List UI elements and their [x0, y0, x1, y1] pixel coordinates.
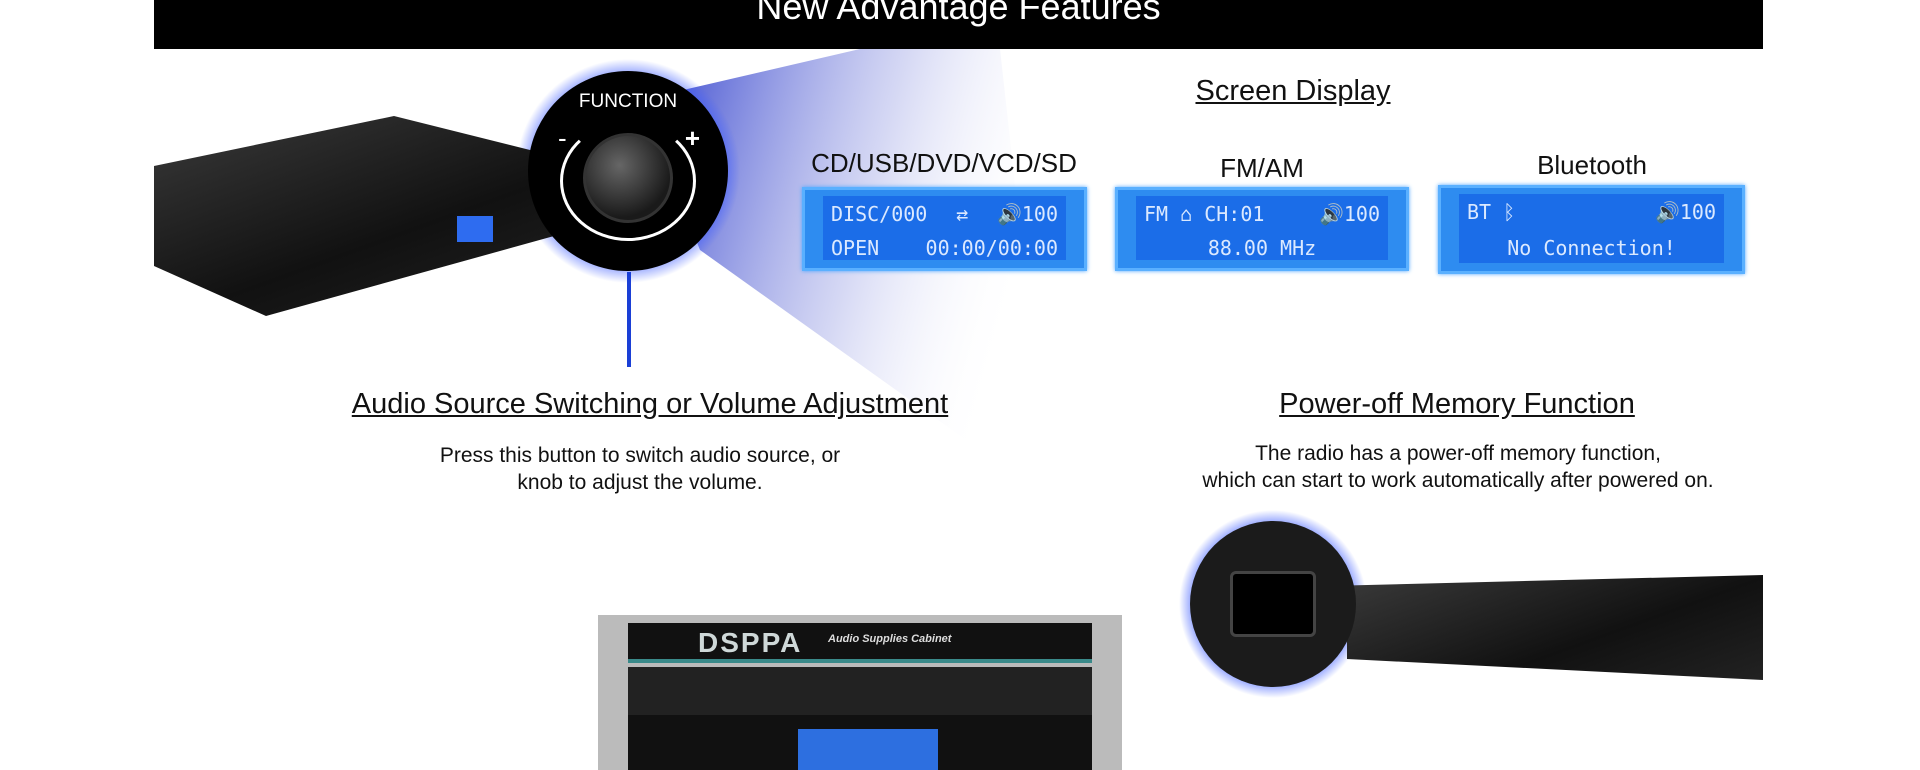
knob-label: FUNCTION [578, 91, 678, 112]
lcd-text: BT ᛒ [1467, 200, 1516, 224]
device-display [457, 216, 493, 242]
lcd-fm: FM ⌂ CH:01 🔊100 88.00 MHz [1115, 187, 1409, 271]
rack-panel: DSPPA Audio Supplies Cabinet [628, 623, 1092, 663]
audio-source-title: Audio Source Switching or Volume Adjustm… [351, 388, 949, 420]
equipment-rack: DSPPA Audio Supplies Cabinet [598, 615, 1122, 770]
desc-line: The radio has a power-off memory functio… [1255, 442, 1661, 465]
plus-sign: + [684, 123, 700, 153]
lcd-frequency: 88.00 MHz [1207, 236, 1317, 260]
repeat-icon: ⇄ [956, 202, 969, 226]
desc-line: knob to adjust the volume. [517, 471, 763, 494]
lcd-bt: BT ᛒ 🔊100 No Connection! [1438, 185, 1745, 274]
lcd-text: OPEN [831, 236, 880, 260]
screen-label-bt: Bluetooth [1537, 150, 1647, 180]
lcd-text: FM ⌂ CH:01 [1144, 202, 1265, 226]
volume-text: 🔊100 [1318, 202, 1380, 226]
audio-matrix-unit [628, 715, 1092, 770]
volume-text: 🔊100 [996, 202, 1058, 226]
rack-subtitle: Audio Supplies Cabinet [828, 633, 952, 645]
power-off-title: Power-off Memory Function [1279, 388, 1635, 420]
desc-line: Press this button to switch audio source… [439, 444, 841, 467]
screen-label-cd: CD/USB/DVD/VCD/SD [811, 148, 1077, 178]
desc-line: which can start to work automatically af… [1202, 469, 1714, 492]
rack-brand: DSPPA [698, 627, 803, 658]
lcd-time: 00:00/00:00 [925, 236, 1058, 260]
lcd-cd: DISC/000 ⇄ 🔊100 OPEN 00:00/00:00 [802, 187, 1087, 271]
power-socket-icon [1230, 571, 1316, 637]
page-title: New Advantage Features [756, 0, 1161, 27]
power-socket-zoom [1190, 521, 1356, 687]
power-off-desc: The radio has a power-off memory functio… [1202, 440, 1713, 494]
screen-label-fm: FM/AM [1220, 153, 1304, 183]
volume-text: 🔊100 [1654, 200, 1716, 224]
minus-sign: - [558, 123, 567, 153]
matrix-touchscreen [798, 729, 938, 770]
rack-shelf [628, 667, 1092, 717]
function-knob: FUNCTION - + [528, 71, 728, 271]
audio-source-desc: Press this button to switch audio source… [440, 442, 840, 496]
lcd-text: DISC/000 [831, 202, 928, 226]
header-bar: New Advantage Features [154, 0, 1763, 49]
screen-display-title: Screen Display [1195, 75, 1391, 107]
lcd-status: No Connection! [1507, 236, 1676, 260]
rotate-arrows-icon [560, 121, 696, 241]
